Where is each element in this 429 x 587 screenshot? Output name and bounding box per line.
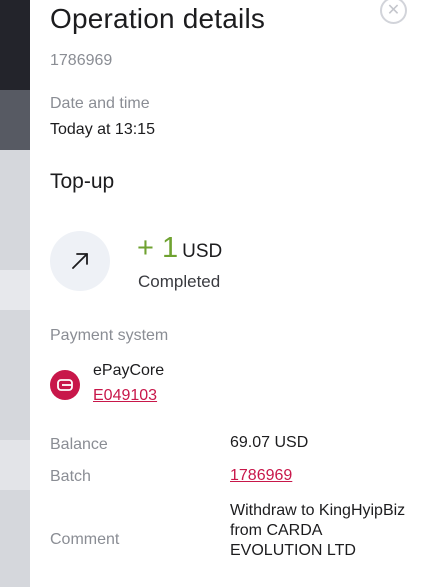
- batch-label: Batch: [50, 468, 91, 485]
- amount: + 1 USD: [137, 232, 222, 265]
- payment-system-label: Payment system: [50, 327, 169, 344]
- close-icon[interactable]: ✕: [380, 0, 407, 24]
- date-value: Today at 13:15: [50, 121, 155, 138]
- panel-title: Operation details: [50, 3, 266, 34]
- epaycore-logo-icon: [50, 370, 80, 400]
- comment-value: Withdraw to KingHyipBiz from CARDA EVOLU…: [230, 502, 406, 559]
- operation-id: 1786969: [50, 52, 113, 69]
- operation-details-panel: Operation details ✕ 1786969 Date and tim…: [30, 0, 429, 587]
- arrow-up-right-icon: [50, 231, 110, 291]
- status-text: Completed: [138, 272, 221, 291]
- balance-label: Balance: [50, 436, 108, 453]
- comment-label: Comment: [50, 531, 120, 548]
- payment-system-name: ePayCore: [93, 362, 165, 379]
- date-label: Date and time: [50, 95, 150, 112]
- amount-value: + 1: [137, 232, 179, 264]
- balance-value: 69.07 USD: [230, 434, 309, 451]
- amount-currency: USD: [182, 241, 223, 262]
- batch-link[interactable]: 1786969: [230, 467, 292, 485]
- operation-type: Top-up: [50, 170, 115, 193]
- background-overlay: [0, 0, 34, 587]
- payment-account-link[interactable]: E049103: [93, 387, 157, 405]
